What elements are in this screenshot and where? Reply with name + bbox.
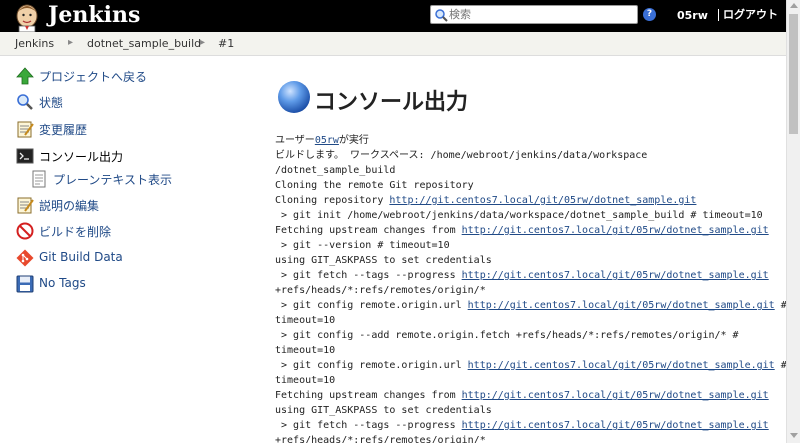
console-repo-link[interactable]: http://git.centos7.local/git/05rw/dotnet… — [468, 360, 775, 371]
floppy-icon — [16, 275, 34, 293]
console-output: ユーザー05rwが実行 ビルドします。 ワークスペース: /home/webro… — [275, 133, 787, 443]
console-user-link[interactable]: 05rw — [315, 135, 339, 146]
git-icon — [16, 249, 34, 267]
console-text: # — [774, 360, 787, 371]
console-text: > git config remote.origin.url — [275, 360, 468, 371]
console-line: using GIT_ASKPASS to set credentials — [275, 255, 492, 266]
logout-link[interactable]: ログアウト — [718, 9, 778, 21]
jenkins-logo-icon[interactable] — [12, 2, 42, 32]
breadcrumb-separator-icon: ▸ — [200, 37, 206, 48]
task-label: Git Build Data — [39, 250, 123, 264]
task-label: 状態 — [39, 96, 64, 110]
console-repo-link[interactable]: http://git.centos7.local/git/05rw/dotnet… — [462, 420, 769, 431]
console-line: +refs/heads/*:refs/remotes/origin/* — [275, 285, 486, 296]
console-line: timeout=10 — [275, 345, 336, 356]
console-line: ビルドします。 ワークスペース: /home/webroot/jenkins/d… — [275, 150, 648, 161]
task-label: No Tags — [39, 276, 86, 290]
console-text: > git config remote.origin.url — [275, 300, 468, 311]
console-repo-link[interactable]: http://git.centos7.local/git/05rw/dotnet… — [462, 225, 769, 236]
terminal-icon — [16, 148, 34, 164]
breadcrumb-separator-icon: ▸ — [68, 37, 74, 48]
help-icon[interactable]: ? — [643, 8, 656, 21]
task-label: ビルドを削除 — [39, 225, 112, 239]
console-line: > git config --add remote.origin.fetch +… — [275, 330, 739, 341]
search-box[interactable] — [430, 5, 638, 24]
console-repo-link[interactable]: http://git.centos7.local/git/05rw/dotnet… — [468, 300, 775, 311]
console-line: /dotnet_sample_build — [275, 165, 396, 176]
console-repo-link[interactable]: http://git.centos7.local/git/05rw/dotnet… — [462, 270, 769, 281]
console-line: timeout=10 — [275, 375, 336, 386]
page-title: コンソール出力 — [314, 90, 469, 115]
console-text: Cloning repository — [275, 195, 390, 206]
notepad-icon — [17, 121, 34, 138]
breadcrumb-jenkins[interactable]: Jenkins — [15, 37, 54, 50]
console-repo-link[interactable]: http://git.centos7.local/git/05rw/dotnet… — [462, 390, 769, 401]
no-entry-icon — [16, 222, 34, 240]
magnifier-icon — [17, 94, 33, 110]
breadcrumb-build[interactable]: #1 — [218, 37, 234, 50]
console-line: > git --version # timeout=10 — [275, 240, 450, 251]
brand-title[interactable]: Jenkins — [48, 1, 140, 29]
console-repo-link[interactable]: http://git.centos7.local/git/05rw/dotnet… — [389, 195, 696, 206]
task-label: 変更履歴 — [39, 123, 88, 137]
console-text: Fetching upstream changes from — [275, 225, 462, 236]
console-line: timeout=10 — [275, 315, 336, 326]
notepad-icon — [17, 197, 34, 214]
task-label: プロジェクトへ戻る — [39, 70, 148, 84]
search-input[interactable] — [449, 7, 635, 22]
task-label: 説明の編集 — [39, 199, 100, 213]
console-line: +refs/heads/*:refs/remotes/origin/* — [275, 435, 486, 443]
console-text: ユーザー — [275, 135, 315, 146]
scroll-up-icon[interactable] — [790, 3, 798, 8]
console-globe-icon — [278, 81, 310, 113]
user-link[interactable]: 05rw — [677, 9, 708, 22]
up-arrow-icon — [16, 67, 34, 85]
scrollbar-thumb[interactable] — [789, 14, 798, 134]
console-text: > git fetch --tags --progress — [275, 420, 462, 431]
task-label: コンソール出力 — [39, 150, 124, 164]
console-line: using GIT_ASKPASS to set credentials — [275, 405, 492, 416]
scroll-down-icon[interactable] — [790, 433, 798, 438]
breadcrumb-job[interactable]: dotnet_sample_build — [87, 37, 201, 50]
breadcrumb: Jenkins ▸ dotnet_sample_build ▸ #1 — [0, 32, 786, 56]
document-icon — [32, 170, 46, 188]
console-text: が実行 — [338, 135, 369, 146]
console-text: > git fetch --tags --progress — [275, 270, 462, 281]
top-header: Jenkins ? 05rw ログアウト — [0, 0, 786, 32]
console-line: > git init /home/webroot/jenkins/data/wo… — [275, 210, 763, 221]
console-line: Cloning the remote Git repository — [275, 180, 474, 191]
task-label: プレーンテキスト表示 — [53, 173, 173, 187]
vertical-scrollbar[interactable] — [786, 0, 800, 443]
search-icon — [435, 9, 448, 22]
console-text: # — [774, 300, 787, 311]
console-text: Fetching upstream changes from — [275, 390, 462, 401]
